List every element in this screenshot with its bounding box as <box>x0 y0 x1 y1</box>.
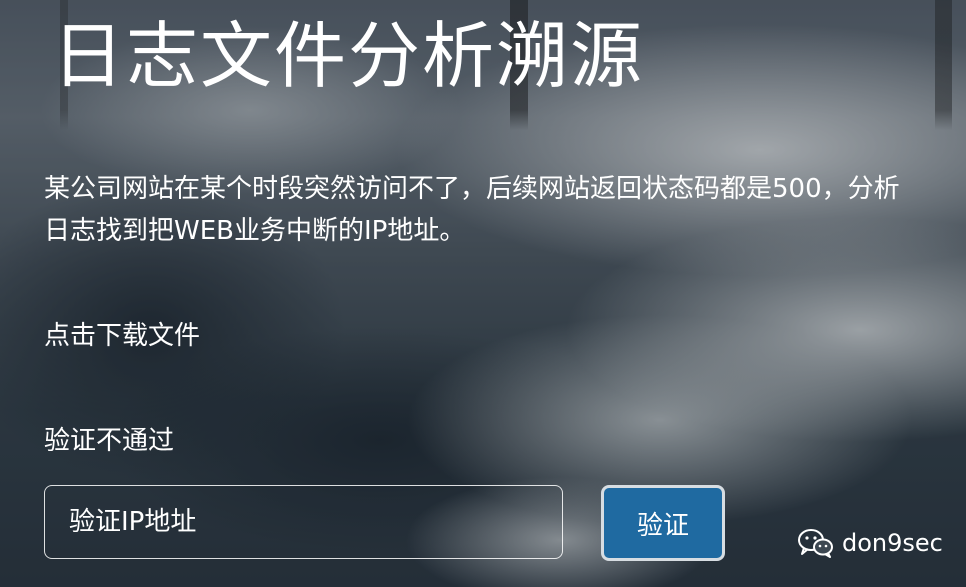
challenge-panel: 日志文件分析溯源 某公司网站在某个时段突然访问不了，后续网站返回状态码都是500… <box>0 0 966 587</box>
page-title: 日志文件分析溯源 <box>52 14 645 98</box>
challenge-description: 某公司网站在某个时段突然访问不了，后续网站返回状态码都是500，分析日志找到把W… <box>44 174 900 246</box>
verify-button[interactable]: 验证 <box>601 485 725 561</box>
ip-address-input[interactable] <box>44 485 563 559</box>
wechat-icon <box>798 528 834 558</box>
download-file-link[interactable]: 点击下载文件 <box>44 315 200 357</box>
verification-status-text: 验证不通过 <box>44 426 175 456</box>
watermark-text: don9sec <box>842 529 943 557</box>
watermark: don9sec <box>798 528 943 558</box>
